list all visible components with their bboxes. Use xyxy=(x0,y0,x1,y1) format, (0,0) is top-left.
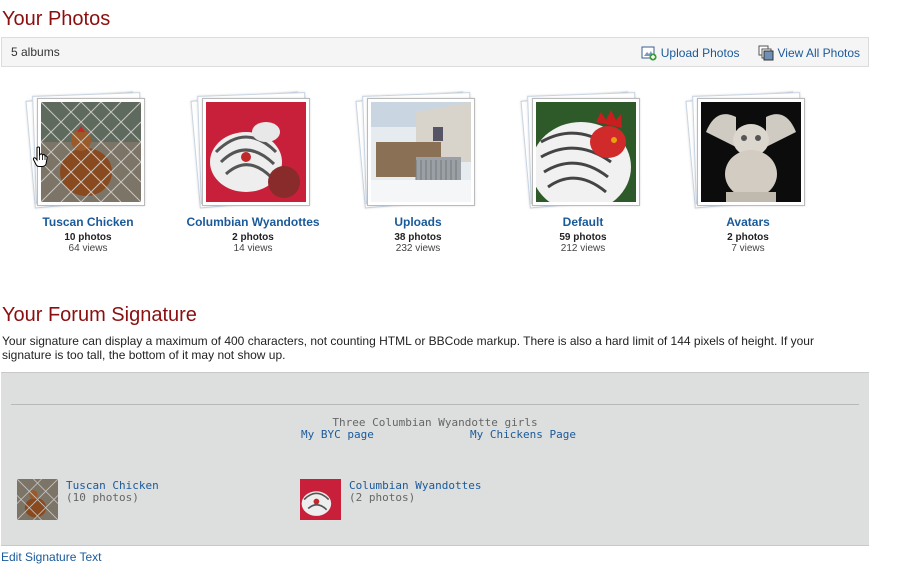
signature-album-item[interactable]: Tuscan Chicken (10 photos) xyxy=(17,479,159,520)
albums-count: 5 albums xyxy=(11,45,60,59)
signature-album-count: (2 photos) xyxy=(349,491,416,504)
album-view-count: 232 views xyxy=(395,243,441,254)
album-card[interactable]: Columbian Wyandottes 2 photos 14 views xyxy=(178,91,328,254)
view-all-photos-label: View All Photos xyxy=(777,46,861,60)
signature-description: Your signature can display a maximum of … xyxy=(2,334,814,362)
signature-album-item[interactable]: Columbian Wyandottes (2 photos) xyxy=(300,479,481,520)
album-title[interactable]: Uploads xyxy=(343,215,493,229)
photo-stack-icon xyxy=(758,45,773,61)
signature-caption: Three Columbian Wyandotte girls xyxy=(332,416,538,429)
album-thumbnail-stack[interactable] xyxy=(190,91,313,210)
album-card[interactable]: Tuscan Chicken 10 photos 64 views xyxy=(13,91,163,254)
album-card[interactable]: Uploads 38 photos 232 views xyxy=(343,91,493,254)
album-photo-count: 2 photos xyxy=(727,232,769,243)
view-all-photos-button[interactable]: View All Photos xyxy=(758,45,861,61)
signature-album-count: (10 photos) xyxy=(66,491,139,504)
album-view-count: 7 views xyxy=(731,243,765,254)
album-grid: Tuscan Chicken 10 photos 64 views Columb… xyxy=(0,91,870,282)
album-thumbnail[interactable] xyxy=(701,102,801,202)
signature-album-thumbnail[interactable] xyxy=(300,479,341,520)
album-thumbnail[interactable] xyxy=(41,102,141,202)
album-title[interactable]: Avatars xyxy=(673,215,823,229)
albums-toolbar: 5 albums Upload Photos View All Photos xyxy=(1,37,869,67)
album-thumbnail-stack[interactable] xyxy=(685,91,808,210)
album-photo-count: 2 photos xyxy=(232,232,274,243)
album-thumbnail[interactable] xyxy=(536,102,636,202)
album-title[interactable]: Columbian Wyandottes xyxy=(178,215,328,229)
signature-album-thumbnail[interactable] xyxy=(17,479,58,520)
album-title[interactable]: Default xyxy=(508,215,658,229)
your-photos-heading: Your Photos xyxy=(2,8,111,30)
album-thumbnail-stack[interactable] xyxy=(25,91,148,210)
album-thumbnail-stack[interactable] xyxy=(520,91,643,210)
album-view-count: 212 views xyxy=(560,243,606,254)
toolbar-actions: Upload Photos View All Photos xyxy=(641,45,860,61)
my-byc-page-link[interactable]: My BYC page xyxy=(301,428,374,441)
album-view-count: 14 views xyxy=(233,243,273,254)
album-title[interactable]: Tuscan Chicken xyxy=(13,215,163,229)
album-thumbnail[interactable] xyxy=(206,102,306,202)
album-card[interactable]: Avatars 2 photos 7 views xyxy=(673,91,823,254)
signature-preview: Three Columbian Wyandotte girls My BYC p… xyxy=(1,372,869,546)
upload-photo-icon xyxy=(641,46,657,61)
album-photo-count: 59 photos xyxy=(559,232,607,243)
edit-signature-link[interactable]: Edit Signature Text xyxy=(1,550,102,564)
album-photo-count: 10 photos xyxy=(64,232,112,243)
album-thumbnail[interactable] xyxy=(371,102,471,202)
upload-photos-label: Upload Photos xyxy=(660,46,740,60)
my-chickens-page-link[interactable]: My Chickens Page xyxy=(470,428,576,441)
album-thumbnail-stack[interactable] xyxy=(355,91,478,210)
album-photo-count: 38 photos xyxy=(394,232,442,243)
album-card[interactable]: Default 59 photos 212 views xyxy=(508,91,658,254)
album-view-count: 64 views xyxy=(68,243,108,254)
signature-divider xyxy=(11,404,859,405)
forum-signature-heading: Your Forum Signature xyxy=(2,304,197,326)
upload-photos-button[interactable]: Upload Photos xyxy=(641,45,740,61)
